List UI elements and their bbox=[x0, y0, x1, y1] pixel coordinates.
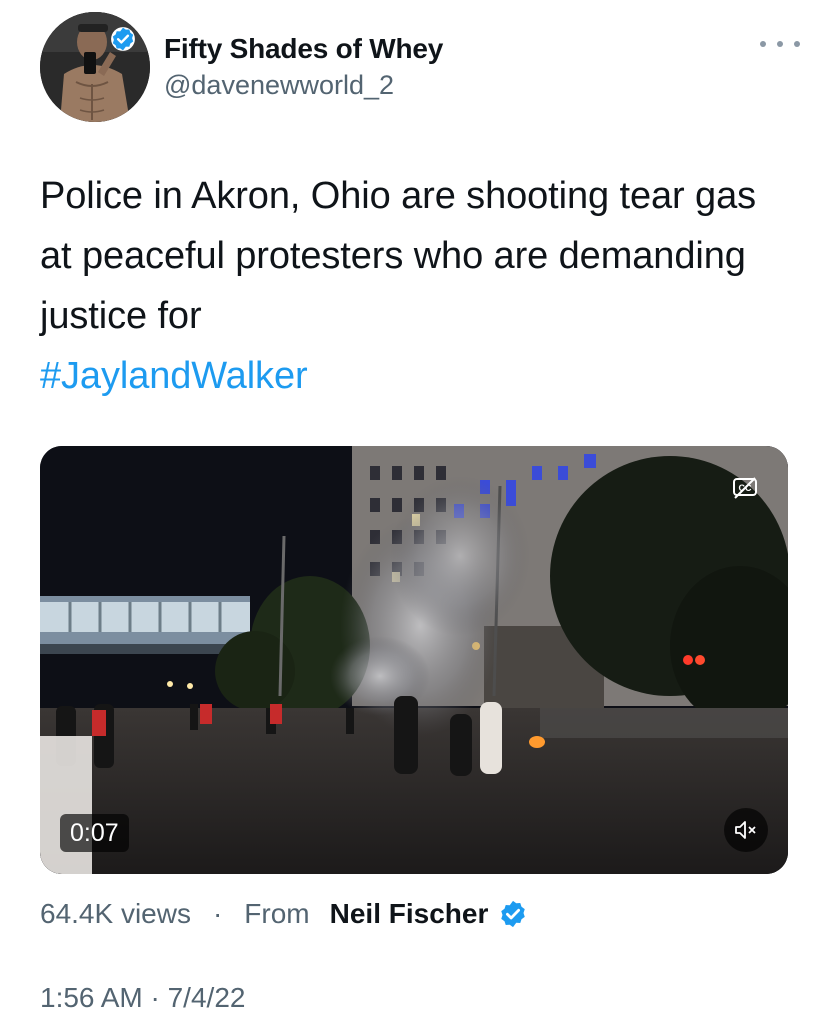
view-count: 64.4K views bbox=[40, 898, 191, 929]
from-label: From bbox=[244, 898, 310, 929]
more-dot bbox=[760, 41, 766, 47]
video-stats: 64.4K views · From Neil Fischer bbox=[40, 892, 528, 936]
handle[interactable]: @davenewworld_2 bbox=[164, 68, 443, 102]
source-account-link[interactable]: Neil Fischer bbox=[330, 898, 489, 930]
video-player[interactable]: CC 0:07 bbox=[40, 446, 788, 874]
tweet-timestamp[interactable]: 1:56 AM · 7/4/22 bbox=[40, 978, 245, 1018]
verified-badge-icon bbox=[501, 900, 526, 928]
tweet-header: Fifty Shades of Whey @davenewworld_2 bbox=[40, 12, 800, 124]
author-names: Fifty Shades of Whey @davenewworld_2 bbox=[164, 32, 443, 102]
mute-button[interactable] bbox=[724, 808, 768, 852]
more-options-icon[interactable] bbox=[760, 34, 800, 54]
more-dot bbox=[794, 41, 800, 47]
separator-dot: · bbox=[212, 898, 223, 929]
verified-badge-icon bbox=[111, 27, 135, 51]
more-dot bbox=[777, 41, 783, 47]
tweet-body: Police in Akron, Ohio are shooting tear … bbox=[40, 175, 757, 337]
video-frame bbox=[40, 446, 788, 874]
muted-speaker-icon bbox=[735, 821, 756, 839]
video-duration: 0:07 bbox=[60, 814, 129, 852]
display-name[interactable]: Fifty Shades of Whey bbox=[164, 32, 443, 66]
hashtag-link[interactable]: #JaylandWalker bbox=[40, 346, 780, 406]
closed-captions-icon[interactable]: CC bbox=[732, 476, 758, 500]
tweet-text: Police in Akron, Ohio are shooting tear … bbox=[40, 166, 780, 406]
